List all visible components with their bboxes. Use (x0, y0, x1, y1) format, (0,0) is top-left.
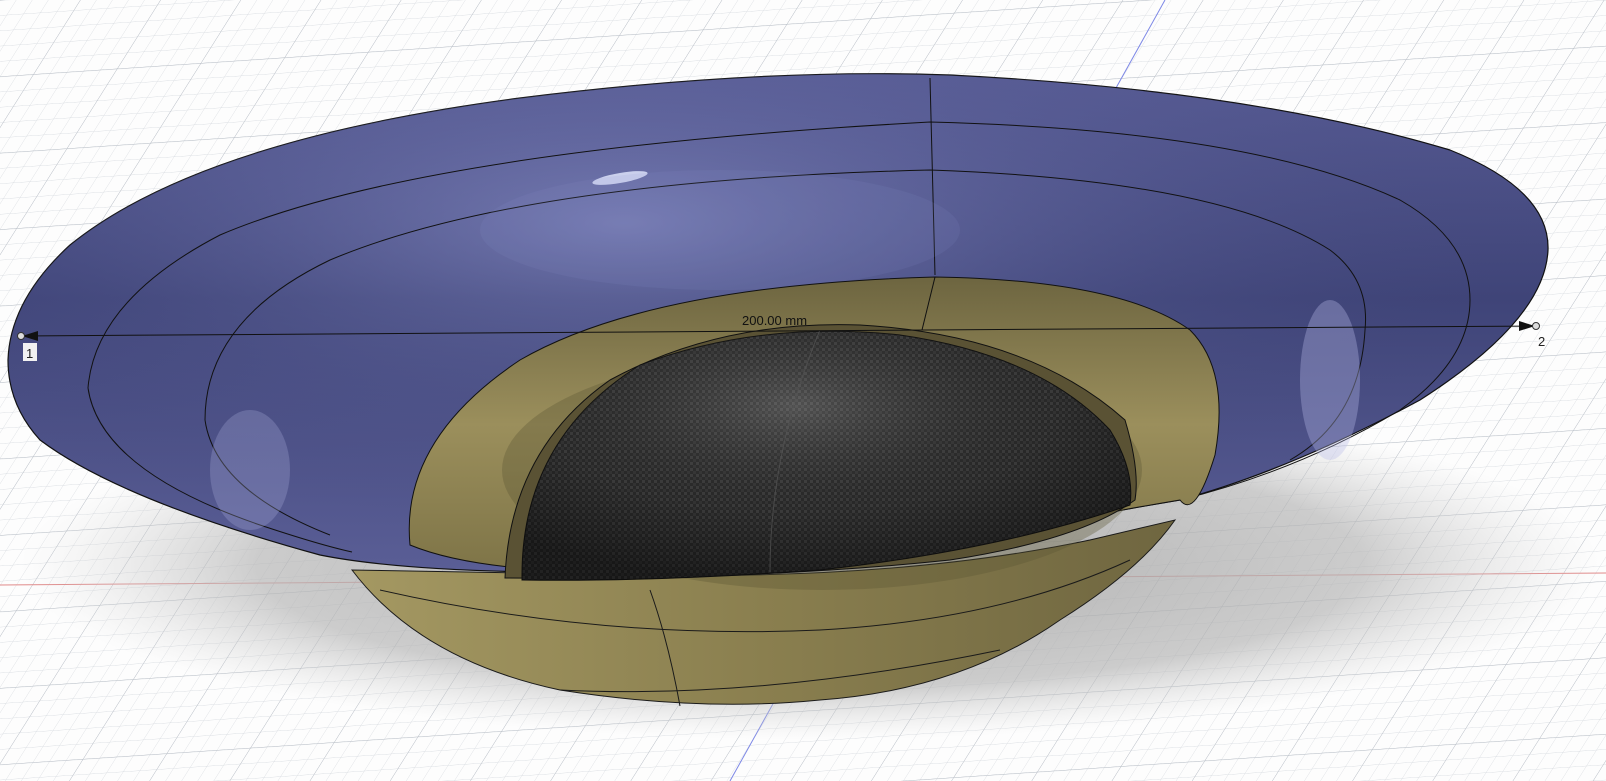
dimension-value-label: 200.00 mm (742, 313, 807, 328)
point-label-2: 2 (1538, 334, 1545, 349)
point-label-1: 1 (26, 346, 33, 361)
3d-viewport[interactable]: 200.00 mm 1 2 (0, 0, 1606, 781)
